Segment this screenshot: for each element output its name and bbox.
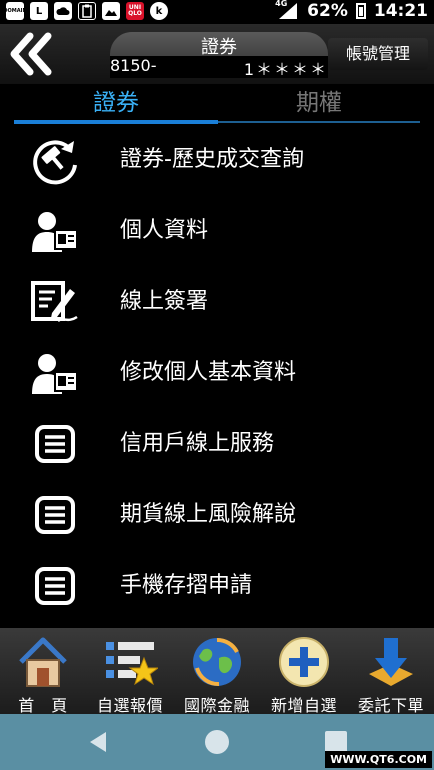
service-menu: 證券-歷史成交查詢 個人資料 線上簽署 修改個人基本資料 信用戶線上服務 期貨線… [0, 124, 434, 621]
document-list-icon [35, 425, 75, 463]
watchlist-star-icon [106, 642, 158, 686]
uniqlo-icon: UNI QLO [126, 2, 144, 20]
toolbar-international-finance-button[interactable]: 國際金融 [174, 628, 260, 715]
history-gavel-icon [33, 140, 77, 185]
tab-futures-options[interactable]: 期權 [218, 84, 420, 124]
person-card-icon [32, 354, 78, 394]
menu-item-label: 手機存摺申請 [120, 573, 253, 598]
document-list-icon [35, 496, 75, 534]
account-number: 8150- 1＊＊＊＊ [110, 56, 328, 79]
domain-mascot-icon: DOMAIN [3, 2, 27, 20]
notification-icons: DOMAIN L UNI QLO k [3, 2, 168, 20]
menu-item-label: 證券-歷史成交查詢 [120, 147, 304, 172]
system-nav-bar: WWW.QT6.COM [0, 714, 434, 770]
menu-item-futures-risk-explanation[interactable]: 期貨線上風險解說 [0, 479, 434, 550]
sign-document-icon [31, 281, 78, 323]
toolbar-home-button[interactable]: 首 頁 [0, 628, 86, 715]
menu-item-label: 期貨線上風險解說 [120, 502, 297, 527]
tab-bar: 證券 期權 [0, 84, 434, 124]
toolbar-add-watchlist-button[interactable]: 新增自選 [261, 628, 347, 715]
menu-item-credit-online-service[interactable]: 信用戶線上服務 [0, 408, 434, 479]
signal-icon: 4G [275, 0, 299, 20]
toolbar-watchlist-button[interactable]: 自選報價 [87, 628, 173, 715]
toolbar-label: 國際金融 [183, 696, 250, 715]
menu-item-mobile-passbook[interactable]: 手機存摺申請 [0, 550, 434, 621]
double-chevron-left-icon [10, 32, 52, 76]
tab-securities[interactable]: 證券 [14, 84, 218, 124]
bottom-toolbar: 首 頁 自選報價 國際金融 新增自選 委託下單 [0, 628, 434, 715]
toolbar-label: 新增自選 [270, 696, 337, 715]
clipboard-icon [78, 2, 96, 20]
toolbar-label: 自選報價 [96, 696, 163, 715]
back-button[interactable] [4, 28, 60, 80]
app-header: 證券 8150- 1＊＊＊＊ 帳號管理 [0, 24, 434, 84]
account-suffix: 1＊＊＊＊ [243, 60, 328, 79]
status-bar: DOMAIN L UNI QLO k 4G 62% 14:21 [0, 0, 434, 24]
globe-icon [193, 637, 241, 686]
menu-item-label: 個人資料 [120, 218, 209, 243]
menu-item-edit-basic-info[interactable]: 修改個人基本資料 [0, 337, 434, 408]
menu-item-online-signing[interactable]: 線上簽署 [0, 266, 434, 337]
account-prefix: 8150- [110, 56, 157, 75]
triangle-back-icon[interactable] [82, 726, 114, 758]
watermark: WWW.QT6.COM [325, 751, 432, 768]
weather-icon [54, 2, 72, 20]
menu-item-personal-info[interactable]: 個人資料 [0, 195, 434, 266]
clock: 14:21 [373, 1, 428, 21]
home-icon [19, 637, 67, 687]
toolbar-label: 委託下單 [357, 696, 424, 715]
letter-l-icon: L [30, 2, 48, 20]
menu-item-label: 信用戶線上服務 [120, 431, 275, 456]
download-arrow-icon [369, 638, 413, 686]
add-circle-icon [279, 637, 329, 687]
toolbar-label: 首 頁 [18, 696, 68, 715]
menu-item-label: 線上簽署 [120, 289, 209, 314]
menu-item-label: 修改個人基本資料 [120, 360, 297, 385]
system-indicators: 4G 62% 14:21 [275, 0, 428, 21]
account-selector[interactable]: 證券 8150- 1＊＊＊＊ [110, 32, 328, 79]
account-management-button[interactable]: 帳號管理 [328, 38, 428, 70]
document-list-icon [35, 567, 75, 605]
battery-icon [355, 3, 366, 19]
image-icon [102, 2, 120, 20]
battery-percent: 62% [307, 1, 348, 21]
toolbar-place-order-button[interactable]: 委託下單 [348, 628, 434, 715]
person-card-icon [32, 212, 78, 252]
k-app-icon: k [150, 2, 168, 20]
menu-item-trade-history[interactable]: 證券-歷史成交查詢 [0, 124, 434, 195]
circle-home-icon[interactable] [201, 726, 233, 758]
network-type: 4G [275, 0, 288, 8]
